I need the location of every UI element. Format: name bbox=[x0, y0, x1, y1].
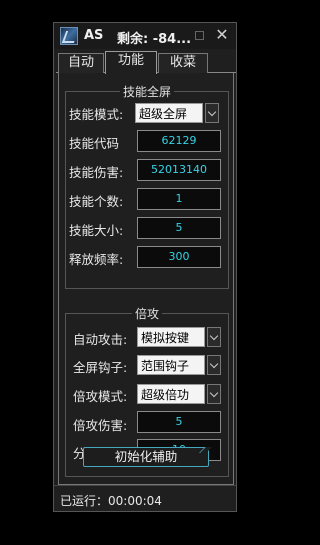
auto-attack-select[interactable]: 模拟按键 bbox=[137, 327, 205, 347]
chevron-down-icon[interactable] bbox=[205, 103, 219, 123]
group-title-multi: 倍攻 bbox=[134, 307, 159, 321]
group-title-skill: 技能全屏 bbox=[122, 85, 171, 99]
skill-count-label: 技能个数: bbox=[69, 194, 124, 209]
skill-size-field[interactable]: 5 bbox=[137, 217, 221, 239]
chevron-down-icon[interactable] bbox=[207, 327, 221, 347]
multi-mode-select[interactable]: 超级倍功 bbox=[137, 384, 205, 404]
minimize-button[interactable] bbox=[195, 31, 204, 40]
tab-auto[interactable]: 自动 bbox=[58, 53, 104, 73]
release-frequency-label: 释放频率: bbox=[69, 252, 124, 267]
auto-attack-label: 自动攻击: bbox=[73, 332, 128, 347]
running-time: 已运行：00:00:04 bbox=[60, 494, 162, 508]
fullscreen-hook-label: 全屏钩子: bbox=[73, 360, 128, 375]
app-logo-icon bbox=[60, 27, 78, 45]
skill-mode-select[interactable]: 超级全屏 bbox=[135, 103, 203, 123]
status-bar: 已运行：00:00:04 bbox=[54, 485, 236, 511]
title-bar[interactable]: AS 剩余: -84... ✕ bbox=[54, 23, 236, 49]
tab-function[interactable]: 功能 bbox=[105, 51, 157, 74]
skill-damage-label: 技能伤害: bbox=[69, 165, 124, 180]
skill-mode-label: 技能模式: bbox=[69, 107, 124, 122]
fullscreen-hook-select[interactable]: 范围钩子 bbox=[137, 355, 205, 375]
app-window: AS 剩余: -84... ✕ 自动 功能 收菜 技能全屏 技能模式: 超级全屏… bbox=[53, 22, 237, 512]
skill-code-label: 技能代码 bbox=[69, 136, 120, 151]
skill-damage-field[interactable]: 52013140 bbox=[137, 159, 221, 181]
tab-bar: 自动 功能 收菜 bbox=[56, 51, 236, 74]
initialize-assist-button[interactable]: 初始化辅助 bbox=[83, 447, 209, 467]
close-icon[interactable]: ✕ bbox=[214, 26, 230, 44]
skill-code-field[interactable]: 62129 bbox=[137, 130, 221, 152]
multi-damage-label: 倍攻伤害: bbox=[73, 418, 128, 433]
function-panel: 技能全屏 技能模式: 超级全屏 技能代码 62129 技能伤害: 5201314… bbox=[58, 73, 234, 485]
skill-size-label: 技能大小: bbox=[69, 223, 124, 238]
multi-mode-label: 倍攻模式: bbox=[73, 389, 128, 404]
chevron-down-icon[interactable] bbox=[207, 355, 221, 375]
release-frequency-field[interactable]: 300 bbox=[137, 246, 221, 268]
tab-harvest[interactable]: 收菜 bbox=[158, 53, 208, 73]
remaining-time: 剩余: -84... bbox=[117, 32, 192, 47]
chevron-down-icon[interactable] bbox=[207, 384, 221, 404]
skill-count-field[interactable]: 1 bbox=[137, 188, 221, 210]
multi-damage-field[interactable]: 5 bbox=[137, 411, 221, 433]
app-title: AS bbox=[84, 28, 104, 43]
